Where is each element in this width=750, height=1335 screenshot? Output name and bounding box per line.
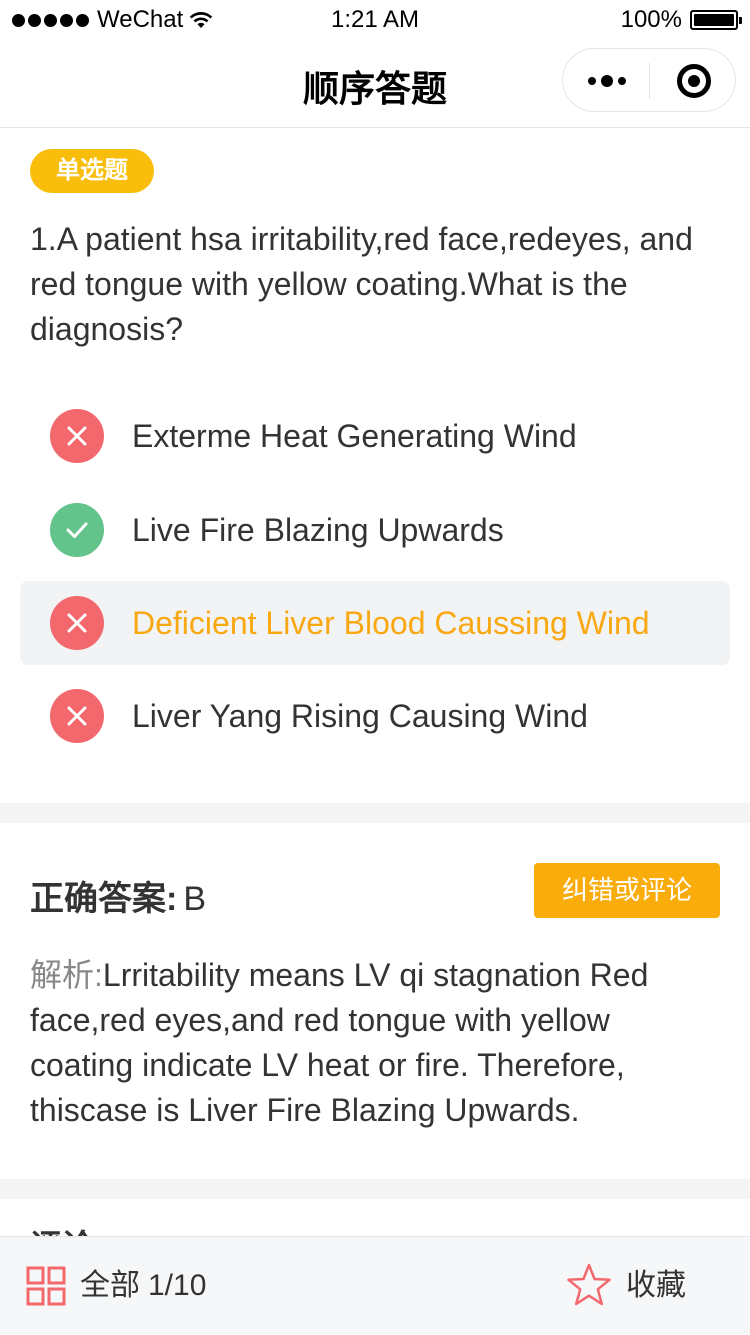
- battery-icon: [690, 10, 742, 30]
- bottom-toolbar: 全部 1/10 收藏: [0, 1236, 750, 1334]
- analysis: 解析:Lrritability means LV qi stagnation R…: [30, 953, 720, 1133]
- star-icon[interactable]: [565, 1262, 613, 1310]
- report-or-comment-button[interactable]: 纠错或评论: [534, 863, 720, 918]
- question-text: 1.A patient hsa irritability,red face,re…: [30, 221, 693, 347]
- option-label: Exterme Heat Generating Wind: [132, 418, 577, 454]
- correct-answer-label: 正确答案:: [30, 880, 178, 918]
- question-type-badge: 单选题: [30, 149, 154, 193]
- cross-icon: [50, 409, 104, 463]
- correct-answer-value: B: [183, 880, 207, 918]
- check-icon: [50, 503, 104, 557]
- answer-card: 正确答案: B 纠错或评论 解析:Lrritability means LV qi…: [0, 823, 750, 1179]
- option-label: Liver Yang Rising Causing Wind: [132, 698, 588, 734]
- question-progress: 1/10: [148, 1269, 207, 1302]
- all-questions-label: 全部: [80, 1269, 140, 1302]
- close-mini-program-button[interactable]: [650, 49, 737, 113]
- all-questions-button[interactable]: 全部 1/10: [80, 1237, 206, 1335]
- target-icon: [676, 64, 711, 98]
- comments-section: 评论: [0, 1199, 750, 1239]
- cross-icon: [50, 596, 104, 650]
- option-b[interactable]: Live Fire Blazing Upwards: [20, 488, 730, 572]
- mini-program-capsule: [562, 48, 736, 112]
- more-menu-button[interactable]: [563, 49, 650, 113]
- grid-icon[interactable]: [26, 1266, 66, 1306]
- status-bar: WeChat 1:21 AM 100%: [0, 0, 750, 40]
- favorite-button[interactable]: 收藏: [626, 1237, 686, 1335]
- analysis-label: 解析:: [30, 957, 103, 993]
- question-card: 单选题 1.A patient hsa irritability,red fac…: [0, 129, 750, 803]
- option-d[interactable]: Liver Yang Rising Causing Wind: [20, 674, 730, 758]
- navigation-bar: 顺序答题: [0, 40, 750, 128]
- battery-group: 100%: [620, 6, 742, 34]
- option-label: Deficient Liver Blood Caussing Wind: [132, 605, 650, 641]
- battery-percentage: 100%: [620, 6, 682, 33]
- option-a[interactable]: Exterme Heat Generating Wind: [20, 394, 730, 478]
- section-divider: [0, 803, 750, 823]
- cross-icon: [50, 689, 104, 743]
- section-divider: [0, 1179, 750, 1199]
- option-c[interactable]: Deficient Liver Blood Caussing Wind: [20, 581, 730, 665]
- correct-answer: 正确答案: B: [30, 871, 206, 920]
- analysis-text: Lrritability means LV qi stagnation Red …: [30, 957, 649, 1128]
- option-label: Live Fire Blazing Upwards: [132, 512, 504, 548]
